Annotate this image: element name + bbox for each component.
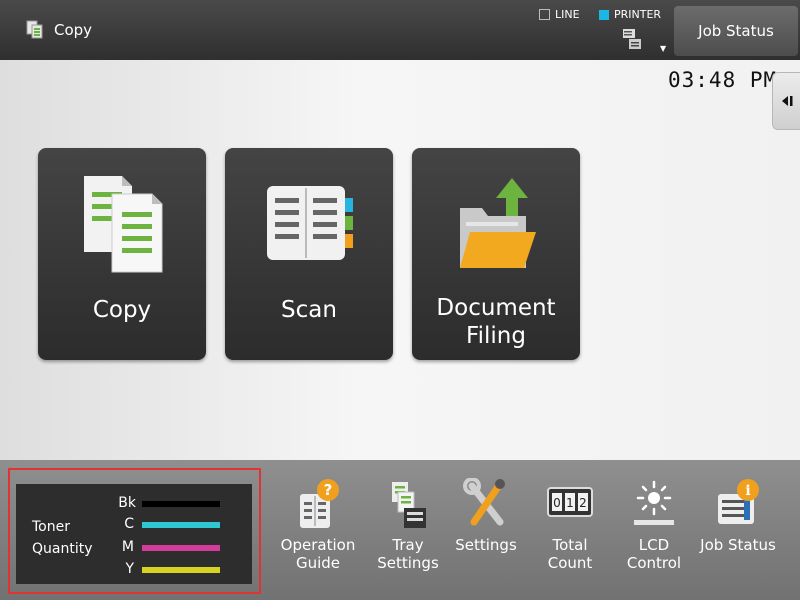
document-filing-tile-label-line2: Filing: [466, 323, 526, 349]
toner-bar-bk: [142, 501, 220, 507]
toner-bar-y: [142, 567, 220, 573]
job-status-function-button[interactable]: i Job Status: [696, 478, 780, 554]
line-indicator-label: LINE: [555, 8, 580, 21]
scan-book-icon: [267, 186, 353, 260]
folder-upload-icon: [460, 178, 536, 268]
current-mode: Copy: [26, 20, 92, 40]
printer-queue-icon: [623, 29, 641, 49]
total-count-label-1: Total: [552, 536, 588, 554]
panel-expand-icon: [782, 96, 793, 106]
lcd-control-label-1: LCD: [638, 536, 670, 554]
side-panel-tab[interactable]: [772, 72, 800, 130]
svg-text:1: 1: [566, 496, 574, 510]
total-count-button[interactable]: 0 1 2 Total Count: [528, 478, 612, 572]
line-indicator: LINE: [539, 8, 580, 21]
indicator-dropdown-icon[interactable]: ▼: [660, 44, 666, 53]
document-filing-tile[interactable]: Document Filing: [412, 148, 580, 360]
copy-tile-label: Copy: [92, 297, 152, 323]
lcd-control-label-2: Control: [626, 554, 682, 572]
svg-text:2: 2: [579, 496, 587, 510]
svg-text:?: ?: [324, 481, 333, 499]
toner-label-c: C: [124, 516, 134, 532]
document-filing-tile-label: Document: [436, 295, 556, 321]
settings-button[interactable]: Settings: [444, 478, 528, 554]
toner-bar-m: [142, 545, 220, 551]
job-status-button-label: Job Status: [698, 22, 774, 40]
line-indicator-light: [539, 9, 550, 20]
toner-bar-c: [142, 522, 220, 528]
operation-guide-button[interactable]: ? Operation Guide: [276, 478, 360, 572]
printer-indicator: PRINTER: [599, 8, 661, 21]
toner-label-y: Y: [125, 561, 134, 577]
printer-indicator-label: PRINTER: [614, 8, 662, 21]
scan-tile-label: Scan: [281, 297, 337, 323]
job-status-function-label: Job Status: [700, 536, 776, 554]
toner-title-line2: Quantity: [32, 541, 93, 557]
svg-text:i: i: [745, 483, 750, 499]
operation-guide-label-2: Guide: [295, 554, 341, 572]
printer-indicator-light: [599, 9, 609, 20]
copy-documents-icon: [84, 176, 163, 273]
job-status-button[interactable]: Job Status: [674, 6, 798, 56]
total-count-icon: 0 1 2: [547, 487, 593, 517]
settings-label: Settings: [455, 536, 517, 554]
copy-mode-icon: [26, 20, 43, 39]
job-status-icon: i: [718, 479, 759, 524]
toner-label-bk: Bk: [118, 495, 136, 511]
tray-settings-button[interactable]: Tray Settings: [366, 478, 450, 572]
scan-tile[interactable]: Scan: [225, 148, 393, 360]
total-count-label-2: Count: [547, 554, 593, 572]
operation-guide-label-1: Operation: [280, 536, 356, 554]
operation-guide-icon: ?: [300, 479, 339, 528]
toner-quantity-title: Toner Quantity: [32, 516, 93, 560]
mode-label: Copy: [54, 21, 93, 39]
toner-label-m: M: [121, 539, 134, 555]
clock: 03:48 PM: [668, 68, 778, 92]
svg-text:0: 0: [553, 496, 561, 510]
tray-settings-icon: [392, 482, 426, 528]
settings-tools-icon: [463, 478, 505, 526]
copy-tile[interactable]: Copy: [38, 148, 206, 360]
lcd-control-button[interactable]: LCD Control: [612, 478, 696, 572]
toner-title-line1: Toner: [32, 519, 70, 535]
lcd-brightness-icon: [634, 480, 674, 525]
tray-settings-label-1: Tray: [392, 536, 424, 554]
tray-settings-label-2: Settings: [377, 554, 439, 572]
